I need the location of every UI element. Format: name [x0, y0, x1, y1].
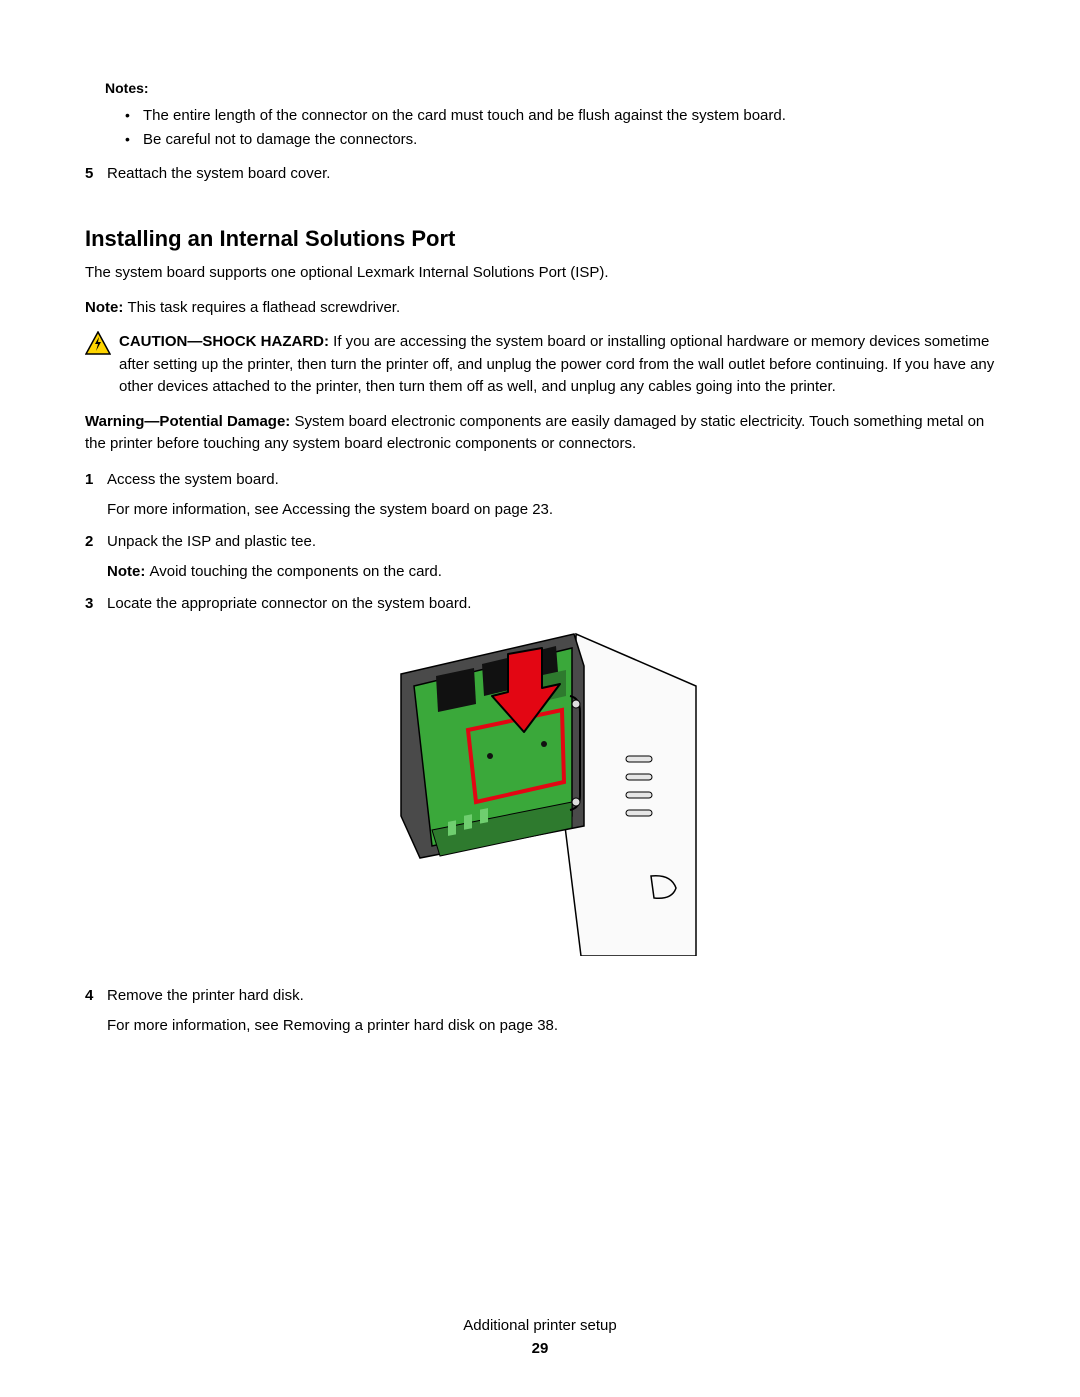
- continuation-steps: Reattach the system board cover.: [85, 162, 995, 186]
- step-1: Access the system board. For more inform…: [85, 468, 995, 522]
- step-2-note-text: Avoid touching the components on the car…: [150, 563, 442, 580]
- document-page: Notes: The entire length of the connecto…: [0, 0, 1080, 1397]
- step-4-text: Remove the printer hard disk.: [107, 987, 304, 1004]
- page-number: 29: [0, 1340, 1080, 1357]
- step-3-text: Locate the appropriate connector on the …: [107, 595, 471, 612]
- section-heading: Installing an Internal Solutions Port: [85, 226, 995, 252]
- section-intro: The system board supports one optional L…: [85, 262, 995, 285]
- caution-text-block: CAUTION—SHOCK HAZARD: If you are accessi…: [119, 331, 995, 399]
- caution-block: CAUTION—SHOCK HAZARD: If you are accessi…: [85, 331, 995, 399]
- warning-label: Warning—Potential Damage:: [85, 413, 294, 430]
- step-5: Reattach the system board cover.: [85, 162, 995, 186]
- figure-system-board: [107, 626, 995, 964]
- step-1-text: Access the system board.: [107, 471, 279, 488]
- shock-hazard-icon: [85, 331, 111, 359]
- footer-section-name: Additional printer setup: [0, 1317, 1080, 1334]
- note-label: Note:: [85, 299, 128, 316]
- section-note: Note: This task requires a flathead scre…: [85, 297, 995, 320]
- note-item: The entire length of the connector on th…: [125, 104, 995, 128]
- step-2-note-label: Note:: [107, 563, 150, 580]
- step-3: Locate the appropriate connector on the …: [85, 592, 995, 964]
- step-2: Unpack the ISP and plastic tee. Note: Av…: [85, 530, 995, 584]
- system-board-illustration-icon: [396, 626, 706, 956]
- step-2-text: Unpack the ISP and plastic tee.: [107, 533, 316, 550]
- note-text: This task requires a flathead screwdrive…: [128, 299, 401, 316]
- notes-list: The entire length of the connector on th…: [125, 104, 995, 152]
- page-footer: Additional printer setup 29: [0, 1317, 1080, 1357]
- step-2-note: Note: Avoid touching the components on t…: [107, 560, 995, 584]
- procedure-steps: Access the system board. For more inform…: [85, 468, 995, 1038]
- step-1-sub: For more information, see Accessing the …: [107, 498, 995, 522]
- step-4: Remove the printer hard disk. For more i…: [85, 984, 995, 1038]
- caution-label: CAUTION—SHOCK HAZARD:: [119, 333, 333, 350]
- step-4-sub: For more information, see Removing a pri…: [107, 1014, 995, 1038]
- notes-heading: Notes:: [105, 80, 995, 96]
- note-item: Be careful not to damage the connectors.: [125, 128, 995, 152]
- warning-paragraph: Warning—Potential Damage: System board e…: [85, 411, 995, 456]
